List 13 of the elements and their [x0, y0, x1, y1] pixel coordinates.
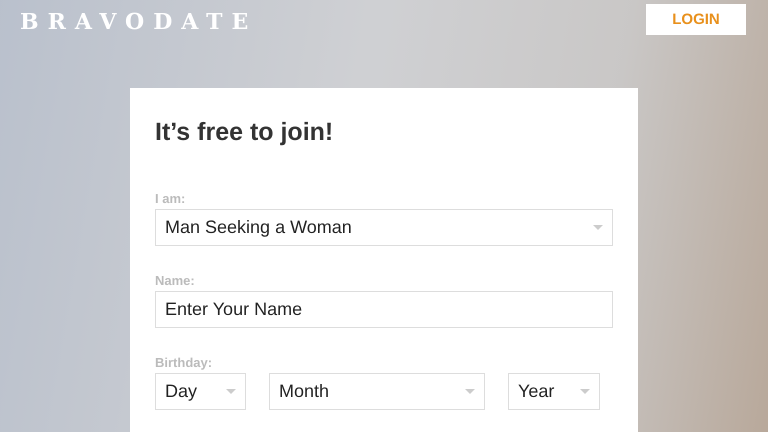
select-field[interactable]: Day — [155, 373, 246, 410]
select-field[interactable]: Year — [508, 373, 600, 410]
field-label: I am: — [155, 191, 186, 206]
caret-icon — [593, 225, 603, 230]
form-title: It’s free to join! — [155, 118, 334, 147]
field-label: Name: — [155, 273, 196, 288]
select-field[interactable]: Man Seeking a Woman — [155, 209, 613, 246]
caret-icon — [226, 389, 236, 394]
input-field[interactable]: Enter Your Name — [155, 291, 613, 328]
caret-icon — [580, 389, 590, 394]
caret-icon — [465, 389, 475, 394]
select-field[interactable]: Month — [269, 373, 485, 410]
field-label: Birthday: — [155, 355, 214, 370]
